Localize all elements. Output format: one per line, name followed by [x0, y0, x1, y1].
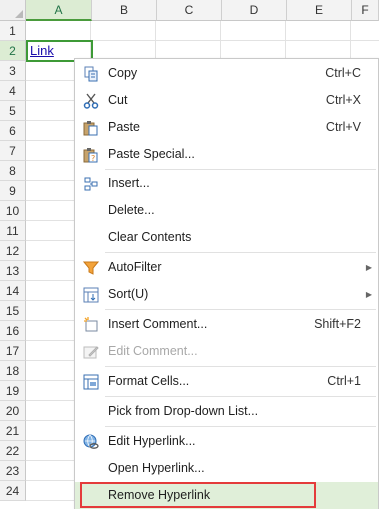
menu-label: Clear Contents	[108, 230, 192, 244]
row-header-10[interactable]: 10	[0, 201, 26, 221]
cell-a2-hyperlink[interactable]: Link	[30, 42, 54, 60]
menu-separator	[105, 366, 376, 367]
sort-icon	[83, 287, 99, 303]
menu-label: Paste	[108, 120, 140, 134]
menu-label: Edit Comment...	[108, 344, 198, 358]
menu-item-autofilter[interactable]: AutoFilter ▶	[75, 254, 378, 281]
menu-item-pick-from-dropdown[interactable]: Pick from Drop-down List...	[75, 398, 378, 425]
select-all-corner[interactable]	[0, 0, 26, 21]
row-header-19[interactable]: 19	[0, 381, 26, 401]
column-header-a[interactable]: A	[26, 0, 92, 21]
menu-shortcut: Ctrl+C	[325, 66, 361, 80]
menu-label: AutoFilter	[108, 260, 162, 274]
row-header-11[interactable]: 11	[0, 221, 26, 241]
copy-icon	[83, 66, 99, 82]
row-header-4[interactable]: 4	[0, 81, 26, 101]
menu-label: Format Cells...	[108, 374, 190, 388]
menu-separator	[105, 309, 376, 310]
row-header-24[interactable]: 24	[0, 481, 26, 501]
submenu-arrow-icon: ▶	[365, 290, 372, 299]
row-header-16[interactable]: 16	[0, 321, 26, 341]
column-header-e[interactable]: E	[287, 0, 352, 21]
filter-icon	[83, 260, 99, 276]
row-header-6[interactable]: 6	[0, 121, 26, 141]
annotation-highlight-box	[80, 482, 316, 508]
row-header-3[interactable]: 3	[0, 61, 26, 81]
column-header-c[interactable]: C	[157, 0, 222, 21]
hyperlink-icon	[83, 434, 99, 450]
row-header-1[interactable]: 1	[0, 21, 26, 41]
menu-item-insert[interactable]: Insert...	[75, 170, 378, 197]
context-menu: Copy Ctrl+C Cut Ctrl+X Paste Ctrl+V ? Pa…	[74, 58, 379, 509]
menu-label: Open Hyperlink...	[108, 461, 205, 475]
column-header-b[interactable]: B	[92, 0, 157, 21]
row-header-15[interactable]: 15	[0, 301, 26, 321]
row-header-2[interactable]: 2	[0, 41, 26, 61]
menu-separator	[105, 426, 376, 427]
menu-label: Cut	[108, 93, 128, 107]
row-header-5[interactable]: 5	[0, 101, 26, 121]
menu-item-insert-comment[interactable]: Insert Comment... Shift+F2	[75, 311, 378, 338]
row-header-7[interactable]: 7	[0, 141, 26, 161]
submenu-arrow-icon: ▶	[365, 263, 372, 272]
menu-item-paste-special[interactable]: ? Paste Special...	[75, 141, 378, 168]
menu-item-edit-comment: Edit Comment...	[75, 338, 378, 365]
menu-label: Insert Comment...	[108, 317, 208, 331]
menu-label: Sort(U)	[108, 287, 149, 301]
menu-separator	[105, 252, 376, 253]
insert-icon	[83, 176, 99, 192]
menu-item-copy[interactable]: Copy Ctrl+C	[75, 60, 378, 87]
menu-item-format-cells[interactable]: Format Cells... Ctrl+1	[75, 368, 378, 395]
row-header-12[interactable]: 12	[0, 241, 26, 261]
row-header-9[interactable]: 9	[0, 181, 26, 201]
menu-label: Copy	[108, 66, 138, 80]
menu-item-delete[interactable]: Delete...	[75, 197, 378, 224]
menu-item-cut[interactable]: Cut Ctrl+X	[75, 87, 378, 114]
menu-label: Delete...	[108, 203, 155, 217]
row-header-14[interactable]: 14	[0, 281, 26, 301]
menu-label: Pick from Drop-down List...	[108, 404, 259, 418]
menu-item-clear-contents[interactable]: Clear Contents	[75, 224, 378, 251]
row-header-8[interactable]: 8	[0, 161, 26, 181]
format-cells-icon	[83, 374, 99, 390]
svg-text:?: ?	[91, 154, 95, 163]
menu-label: Insert...	[108, 176, 150, 190]
menu-label: Edit Hyperlink...	[108, 434, 196, 448]
menu-item-open-hyperlink[interactable]: Open Hyperlink...	[75, 455, 378, 482]
menu-shortcut: Shift+F2	[314, 317, 361, 331]
insert-comment-icon	[83, 317, 99, 333]
row-header-20[interactable]: 20	[0, 401, 26, 421]
menu-item-edit-hyperlink[interactable]: Edit Hyperlink...	[75, 428, 378, 455]
menu-label: Paste Special...	[108, 147, 195, 161]
column-header-f[interactable]: F	[352, 0, 379, 21]
row-header-21[interactable]: 21	[0, 421, 26, 441]
menu-item-sort[interactable]: Sort(U) ▶	[75, 281, 378, 308]
row-header-22[interactable]: 22	[0, 441, 26, 461]
edit-comment-icon	[83, 344, 99, 360]
row-header-18[interactable]: 18	[0, 361, 26, 381]
menu-shortcut: Ctrl+1	[327, 374, 361, 388]
menu-item-paste[interactable]: Paste Ctrl+V	[75, 114, 378, 141]
menu-separator	[105, 396, 376, 397]
row-header-17[interactable]: 17	[0, 341, 26, 361]
row-header-23[interactable]: 23	[0, 461, 26, 481]
paste-icon	[83, 120, 99, 136]
scissors-icon	[83, 93, 99, 109]
menu-shortcut: Ctrl+V	[325, 120, 361, 134]
row-header-13[interactable]: 13	[0, 261, 26, 281]
paste-special-icon: ?	[83, 147, 99, 163]
menu-shortcut: Ctrl+X	[325, 93, 361, 107]
column-header-d[interactable]: D	[222, 0, 287, 21]
